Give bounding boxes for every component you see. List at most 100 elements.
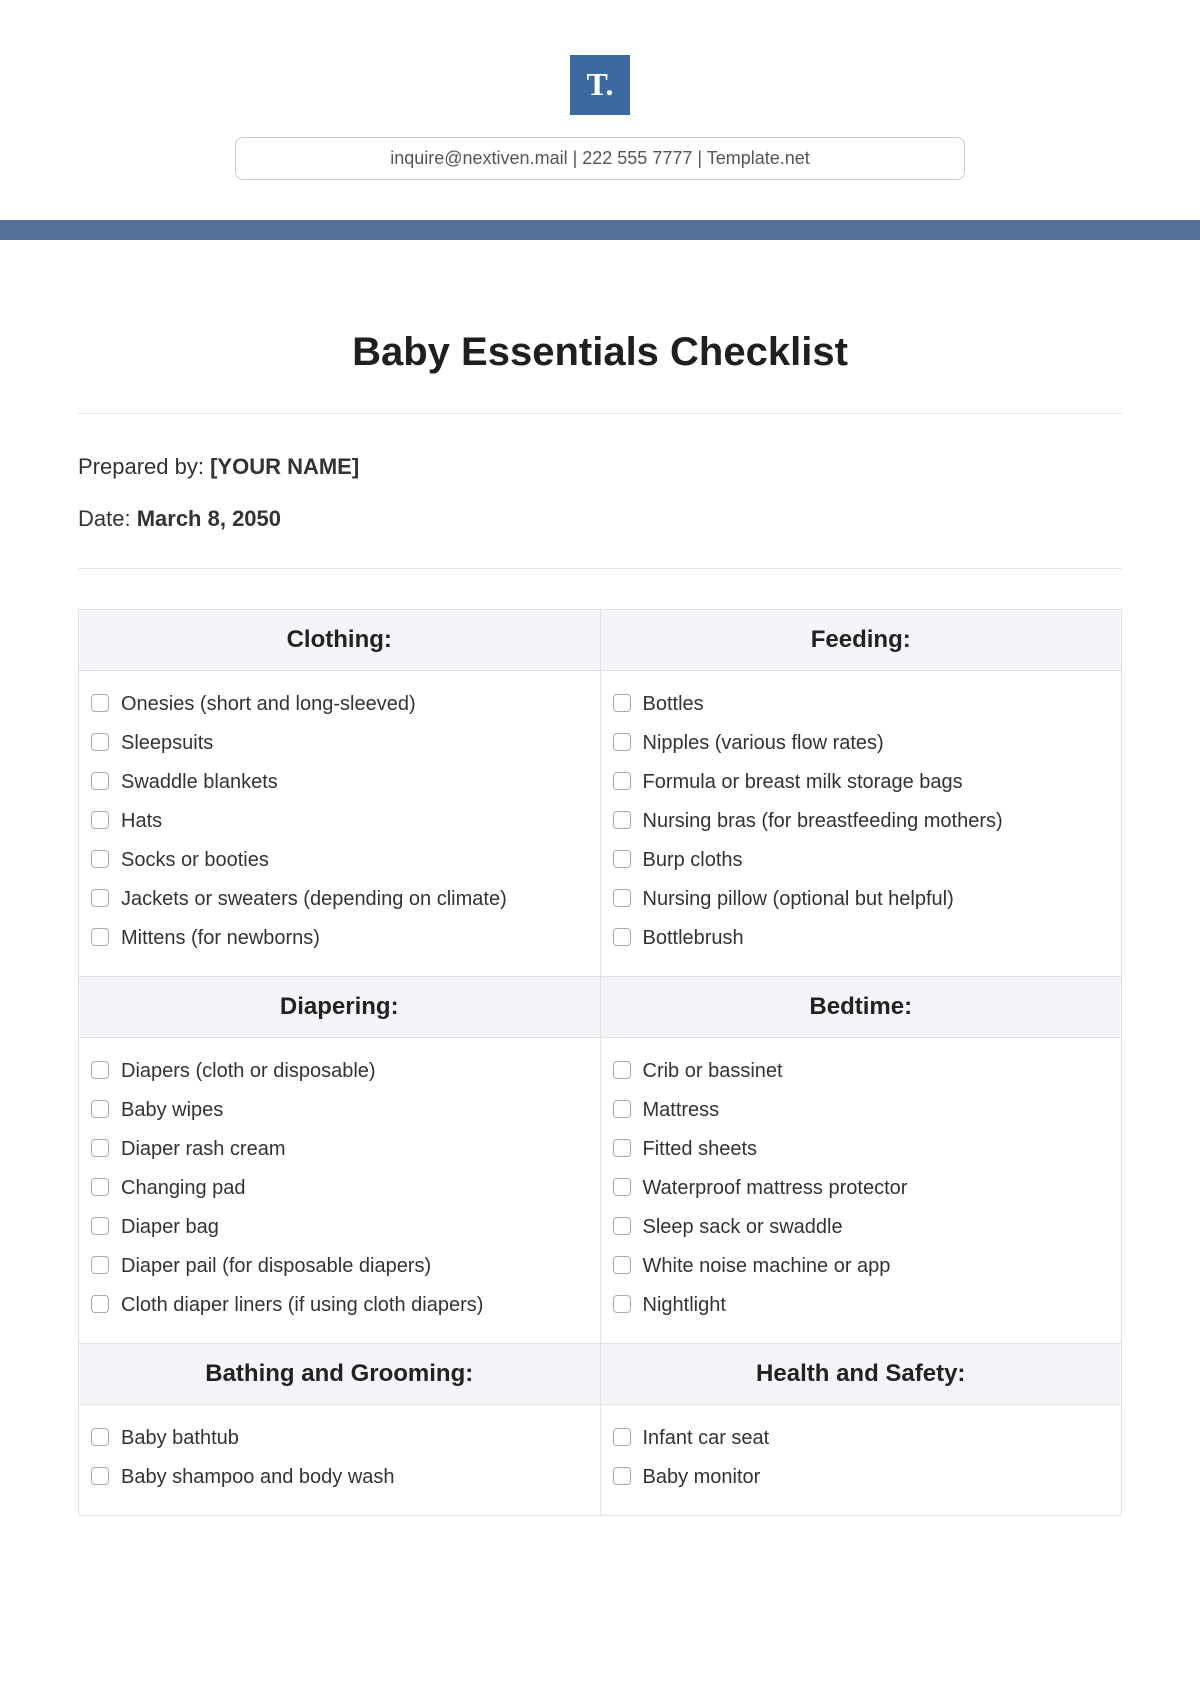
prepared-by-value: [YOUR NAME] bbox=[210, 454, 359, 479]
logo-container: T. bbox=[0, 0, 1200, 115]
checklist-item-label: Sleep sack or swaddle bbox=[643, 1213, 1110, 1242]
checkbox[interactable] bbox=[613, 889, 631, 907]
checkbox[interactable] bbox=[91, 1100, 109, 1118]
checklist-item-label: Cloth diaper liners (if using cloth diap… bbox=[121, 1291, 588, 1320]
checklist-item-label: Nursing pillow (optional but helpful) bbox=[643, 885, 1110, 914]
checklist-item-label: Infant car seat bbox=[643, 1424, 1110, 1453]
page-title: Baby Essentials Checklist bbox=[78, 330, 1122, 375]
checkbox[interactable] bbox=[91, 1139, 109, 1157]
checklist-item: Sleepsuits bbox=[91, 724, 588, 763]
checklist-item-label: Swaddle blankets bbox=[121, 768, 588, 797]
checklist-item: Fitted sheets bbox=[613, 1130, 1110, 1169]
checkbox[interactable] bbox=[613, 1428, 631, 1446]
checklist-item: Sleep sack or swaddle bbox=[613, 1208, 1110, 1247]
checklist-item-label: Sleepsuits bbox=[121, 729, 588, 758]
checkbox[interactable] bbox=[613, 1467, 631, 1485]
checkbox[interactable] bbox=[613, 772, 631, 790]
checklist-item-label: Diaper rash cream bbox=[121, 1135, 588, 1164]
checkbox[interactable] bbox=[613, 1217, 631, 1235]
checkbox[interactable] bbox=[91, 1217, 109, 1235]
section-items: Infant car seat Baby monitor bbox=[600, 1405, 1122, 1516]
checkbox[interactable] bbox=[91, 694, 109, 712]
checkbox[interactable] bbox=[613, 1295, 631, 1313]
checklist-item: Socks or booties bbox=[91, 841, 588, 880]
checkbox[interactable] bbox=[613, 1139, 631, 1157]
prepared-by-label: Prepared by: bbox=[78, 454, 210, 479]
checkbox[interactable] bbox=[91, 772, 109, 790]
checklist-item-label: Nightlight bbox=[643, 1291, 1110, 1320]
section-items: Crib or bassinetMattressFitted sheetsWat… bbox=[600, 1038, 1122, 1344]
checklist-item: Diaper rash cream bbox=[91, 1130, 588, 1169]
section-items: BottlesNipples (various flow rates)Formu… bbox=[600, 671, 1122, 977]
checklist-item-label: Mittens (for newborns) bbox=[121, 924, 588, 953]
checklist-item: Baby wipes bbox=[91, 1091, 588, 1130]
checkbox[interactable] bbox=[91, 1178, 109, 1196]
checklist-item-label: Mattress bbox=[643, 1096, 1110, 1125]
checklist-item-label: Fitted sheets bbox=[643, 1135, 1110, 1164]
checkbox[interactable] bbox=[91, 1061, 109, 1079]
checklist-item-label: Diaper bag bbox=[121, 1213, 588, 1242]
checkbox[interactable] bbox=[91, 928, 109, 946]
checkbox[interactable] bbox=[91, 1256, 109, 1274]
checkbox[interactable] bbox=[91, 850, 109, 868]
checklist-item: Baby shampoo and body wash bbox=[91, 1458, 588, 1497]
checkbox[interactable] bbox=[613, 850, 631, 868]
checklist-item-label: Onesies (short and long-sleeved) bbox=[121, 690, 588, 719]
meta-divider bbox=[78, 568, 1122, 569]
checkbox[interactable] bbox=[613, 928, 631, 946]
checklist-item-label: Diapers (cloth or disposable) bbox=[121, 1057, 588, 1086]
checklist-item: Swaddle blankets bbox=[91, 763, 588, 802]
section-header: Bedtime: bbox=[600, 977, 1122, 1038]
checklist-item-label: Formula or breast milk storage bags bbox=[643, 768, 1110, 797]
checklist-item: White noise machine or app bbox=[613, 1247, 1110, 1286]
section-items: Onesies (short and long-sleeved) Sleepsui… bbox=[79, 671, 601, 977]
checklist-item-label: Socks or booties bbox=[121, 846, 588, 875]
checkbox[interactable] bbox=[613, 1178, 631, 1196]
checkbox[interactable] bbox=[91, 1295, 109, 1313]
checklist-item-label: Changing pad bbox=[121, 1174, 588, 1203]
checklist-item: Hats bbox=[91, 802, 588, 841]
checkbox[interactable] bbox=[613, 1061, 631, 1079]
checklist-item-label: Nursing bras (for breastfeeding mothers) bbox=[643, 807, 1110, 836]
section-header: Clothing: bbox=[79, 610, 601, 671]
section-header: Diapering: bbox=[79, 977, 601, 1038]
meta-block: Prepared by: [YOUR NAME] Date: March 8, … bbox=[78, 414, 1122, 568]
checklist-item: Changing pad bbox=[91, 1169, 588, 1208]
checklist-item: Diapers (cloth or disposable) bbox=[91, 1052, 588, 1091]
checklist-item-label: Bottlebrush bbox=[643, 924, 1110, 953]
checkbox[interactable] bbox=[613, 1100, 631, 1118]
checklist-item-label: Burp cloths bbox=[643, 846, 1110, 875]
checkbox[interactable] bbox=[613, 694, 631, 712]
checklist-item: Mattress bbox=[613, 1091, 1110, 1130]
checkbox[interactable] bbox=[91, 811, 109, 829]
checklist-item-label: Hats bbox=[121, 807, 588, 836]
checkbox[interactable] bbox=[613, 1256, 631, 1274]
checklist-item-label: Baby bathtub bbox=[121, 1424, 588, 1453]
checkbox[interactable] bbox=[91, 1428, 109, 1446]
checklist-item-label: Jackets or sweaters (depending on climat… bbox=[121, 885, 588, 914]
checklist-item: Nursing pillow (optional but helpful) bbox=[613, 880, 1110, 919]
document-content: Baby Essentials Checklist Prepared by: [… bbox=[0, 330, 1200, 1556]
checklist-item-label: Crib or bassinet bbox=[643, 1057, 1110, 1086]
checklist-item: Diaper pail (for disposable diapers) bbox=[91, 1247, 588, 1286]
checklist-item-label: Baby shampoo and body wash bbox=[121, 1463, 588, 1492]
section-header: Bathing and Grooming: bbox=[79, 1344, 601, 1405]
checklist-item: Onesies (short and long-sleeved) bbox=[91, 685, 588, 724]
checklist-item: Infant car seat bbox=[613, 1419, 1110, 1458]
checkbox[interactable] bbox=[91, 1467, 109, 1485]
checkbox[interactable] bbox=[91, 733, 109, 751]
date-label: Date: bbox=[78, 506, 137, 531]
checkbox[interactable] bbox=[613, 811, 631, 829]
checklist-item: Baby monitor bbox=[613, 1458, 1110, 1497]
checklist-item: Diaper bag bbox=[91, 1208, 588, 1247]
checkbox[interactable] bbox=[91, 889, 109, 907]
checkbox[interactable] bbox=[613, 733, 631, 751]
checklist-item-label: Diaper pail (for disposable diapers) bbox=[121, 1252, 588, 1281]
checklist-item: Nightlight bbox=[613, 1286, 1110, 1325]
checklist-item: Cloth diaper liners (if using cloth diap… bbox=[91, 1286, 588, 1325]
checklist-item: Jackets or sweaters (depending on climat… bbox=[91, 880, 588, 919]
contact-bar: inquire@nextiven.mail | 222 555 7777 | T… bbox=[235, 137, 965, 180]
checklist-item-label: Nipples (various flow rates) bbox=[643, 729, 1110, 758]
section-items: Diapers (cloth or disposable) Baby wipes D… bbox=[79, 1038, 601, 1344]
checklist-item-label: Baby wipes bbox=[121, 1096, 588, 1125]
